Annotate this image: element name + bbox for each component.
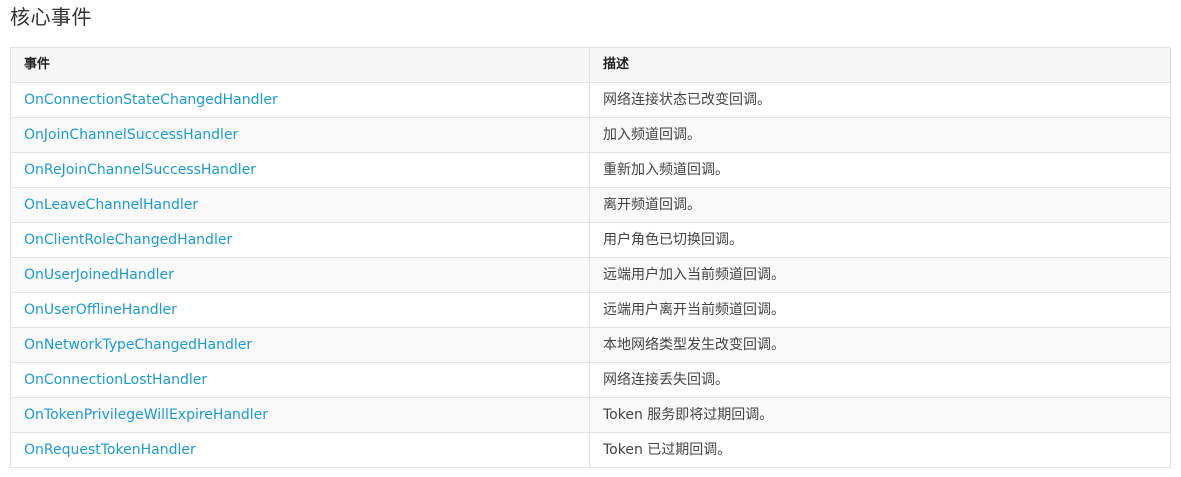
table-row: OnUserJoinedHandler 远端用户加入当前频道回调。 [10,257,1171,293]
table-row: OnUserOfflineHandler 远端用户离开当前频道回调。 [10,292,1171,328]
event-cell: OnConnectionStateChangedHandler [10,82,590,118]
event-link[interactable]: OnReJoinChannelSuccessHandler [24,162,256,178]
event-link[interactable]: OnClientRoleChangedHandler [24,232,232,248]
event-cell: OnRequestTokenHandler [10,432,590,468]
table-header-row: 事件 描述 [10,47,1171,83]
description-cell: 网络连接状态已改变回调。 [589,82,1171,118]
description-cell: 离开频道回调。 [589,187,1171,223]
event-link[interactable]: OnConnectionLostHandler [24,372,207,388]
description-cell: 远端用户加入当前频道回调。 [589,257,1171,293]
event-link[interactable]: OnNetworkTypeChangedHandler [24,337,252,353]
event-cell: OnUserJoinedHandler [10,257,590,293]
table-row: OnLeaveChannelHandler 离开频道回调。 [10,187,1171,223]
table-row: OnTokenPrivilegeWillExpireHandler Token … [10,397,1171,433]
event-cell: OnTokenPrivilegeWillExpireHandler [10,397,590,433]
event-link[interactable]: OnJoinChannelSuccessHandler [24,127,238,143]
event-cell: OnJoinChannelSuccessHandler [10,117,590,153]
event-cell: OnUserOfflineHandler [10,292,590,328]
table-row: OnConnectionLostHandler 网络连接丢失回调。 [10,362,1171,398]
table-row: OnRequestTokenHandler Token 已过期回调。 [10,432,1171,468]
description-cell: 远端用户离开当前频道回调。 [589,292,1171,328]
event-cell: OnNetworkTypeChangedHandler [10,327,590,363]
description-cell: Token 已过期回调。 [589,432,1171,468]
table-row: OnClientRoleChangedHandler 用户角色已切换回调。 [10,222,1171,258]
column-header-event: 事件 [10,47,590,83]
description-cell: 重新加入频道回调。 [589,152,1171,188]
table-row: OnReJoinChannelSuccessHandler 重新加入频道回调。 [10,152,1171,188]
description-cell: 本地网络类型发生改变回调。 [589,327,1171,363]
table-row: OnConnectionStateChangedHandler 网络连接状态已改… [10,82,1171,118]
event-link[interactable]: OnRequestTokenHandler [24,442,196,458]
description-cell: Token 服务即将过期回调。 [589,397,1171,433]
event-cell: OnClientRoleChangedHandler [10,222,590,258]
event-link[interactable]: OnLeaveChannelHandler [24,197,198,213]
table-row: OnNetworkTypeChangedHandler 本地网络类型发生改变回调… [10,327,1171,363]
page: 核心事件 事件 描述 OnConnectionStateChangedHandl… [0,0,1181,477]
event-link[interactable]: OnUserJoinedHandler [24,267,174,283]
event-link[interactable]: OnConnectionStateChangedHandler [24,92,278,108]
event-cell: OnLeaveChannelHandler [10,187,590,223]
event-cell: OnReJoinChannelSuccessHandler [10,152,590,188]
event-cell: OnConnectionLostHandler [10,362,590,398]
events-table: 事件 描述 OnConnectionStateChangedHandler 网络… [10,47,1171,468]
description-cell: 加入频道回调。 [589,117,1171,153]
section-title: 核心事件 [10,5,92,29]
description-cell: 用户角色已切换回调。 [589,222,1171,258]
event-link[interactable]: OnUserOfflineHandler [24,302,177,318]
table-row: OnJoinChannelSuccessHandler 加入频道回调。 [10,117,1171,153]
column-header-description: 描述 [589,47,1171,83]
event-link[interactable]: OnTokenPrivilegeWillExpireHandler [24,407,268,423]
description-cell: 网络连接丢失回调。 [589,362,1171,398]
